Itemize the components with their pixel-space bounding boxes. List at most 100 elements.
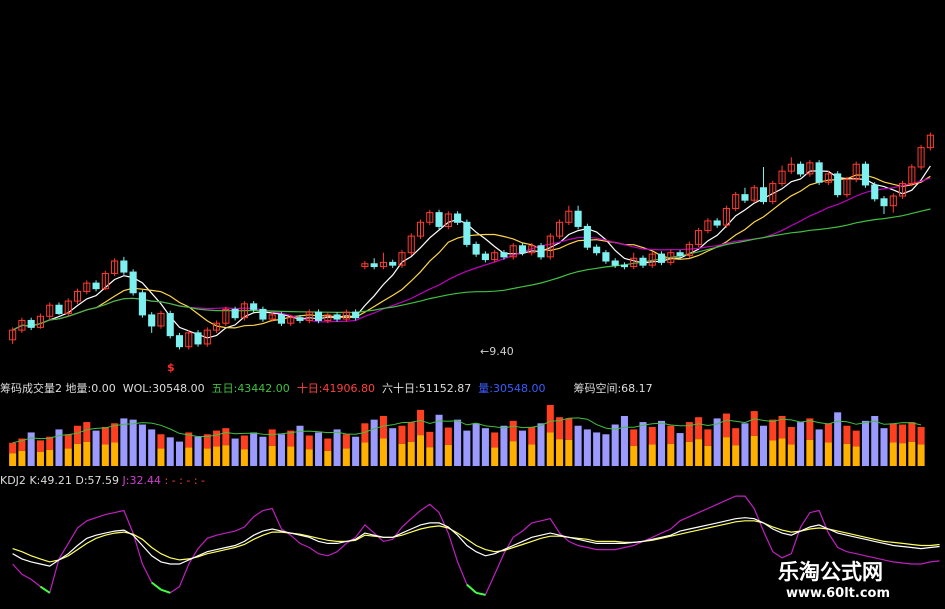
volume-bar-down	[759, 425, 768, 466]
candle-down	[231, 308, 239, 319]
volume-bar-up-bottom	[491, 447, 499, 466]
candle-down	[250, 303, 258, 310]
candle-down	[583, 225, 591, 248]
volume-bar-up-bottom	[203, 448, 211, 466]
volume-bar-down	[500, 425, 508, 466]
volume-bar-down	[463, 430, 471, 466]
volume-bar-down	[389, 428, 397, 466]
volume-bar-up-bottom	[843, 443, 851, 466]
volume-bar-up-top	[852, 430, 860, 447]
candle-down	[741, 194, 749, 201]
candle-down	[454, 213, 462, 223]
volume-bar-up-bottom	[667, 443, 675, 466]
volume-bar-up-bottom	[732, 445, 740, 466]
watermark-url: www.60lt.com	[786, 586, 891, 601]
candle-down	[676, 252, 684, 256]
volume-bar-up-bottom	[268, 445, 276, 466]
volume-bar-down	[602, 434, 610, 466]
volume-bar-down	[472, 423, 480, 466]
volume-bar-up-top	[732, 428, 740, 446]
watermark-title: 乐淘公式网	[778, 560, 883, 584]
volume-bar-up-bottom	[695, 439, 703, 466]
candle-down	[611, 260, 619, 266]
volume-bar-up-top	[444, 427, 452, 445]
volume-bar-up-bottom	[111, 442, 119, 466]
kdj-name: KDJ2	[0, 474, 26, 487]
dilang-label: 地量:	[65, 382, 92, 395]
candle-down	[861, 163, 870, 186]
volume-bar-up-top	[722, 413, 730, 438]
candle-down	[713, 220, 721, 226]
volume-bar-up-bottom	[889, 442, 897, 466]
dilang-value: 0.00	[91, 382, 116, 395]
low-price-marker: ←9.40	[480, 345, 514, 359]
volume-bar-up-top	[917, 426, 925, 445]
volume-bar-up-bottom	[917, 444, 925, 466]
wol-value: 30548.00	[152, 382, 205, 395]
volume-bar-down	[537, 423, 545, 466]
volume-bar-up-top	[648, 426, 656, 445]
volume-bar-up-bottom	[342, 448, 350, 466]
volume-bar-up-bottom	[648, 444, 656, 466]
volume-bar-down	[815, 429, 823, 466]
volume-bar-up-top	[416, 409, 425, 436]
volume-bar-up-top	[213, 430, 221, 447]
volume-bar-up-top	[667, 425, 675, 444]
candle-down	[871, 184, 879, 200]
volume-bar-down	[676, 433, 684, 466]
sixty-day-label: 六十日:	[382, 382, 419, 395]
volume-bar-up-bottom	[398, 443, 406, 466]
volume-bar-down	[713, 418, 721, 466]
volume-bar-up-top	[546, 405, 554, 433]
volume-bar-up-top	[426, 431, 434, 448]
volume-bar-down	[148, 429, 156, 466]
volume-bar-up-top	[9, 442, 17, 454]
j-value: 32.44	[129, 474, 162, 487]
volume-bar-up-top	[379, 415, 387, 439]
volume-bar-up-top	[36, 440, 44, 452]
candle-down	[166, 313, 174, 337]
wol-label: WOL:	[122, 382, 153, 395]
candle-down	[259, 308, 267, 320]
volume-bar-up-bottom	[407, 441, 415, 466]
volume-bar-up-bottom	[444, 444, 452, 466]
candle-down	[92, 282, 100, 290]
candle-down	[175, 335, 184, 348]
candle-down	[815, 162, 823, 183]
signal-mark: $	[167, 361, 175, 375]
candle-down	[657, 253, 666, 263]
volume-bar-down	[352, 436, 360, 466]
volume-bar-up-bottom	[361, 442, 369, 466]
volume-bar-down	[259, 436, 267, 466]
volume-bar-up-top	[240, 435, 248, 450]
candle-down	[194, 332, 202, 345]
volume-bar-up-top	[64, 434, 72, 449]
volume-bar-down	[834, 412, 842, 466]
volume-bar-up-bottom	[74, 443, 82, 466]
volume-bar-up-top	[750, 411, 758, 436]
candle-down	[352, 311, 360, 319]
candle-down	[602, 252, 610, 262]
volume-bar-up-top	[268, 429, 276, 446]
volume-bar-down	[166, 437, 174, 466]
volume-bar-down	[315, 432, 323, 466]
candle-down	[370, 263, 378, 268]
volume-bar-up-top	[305, 435, 313, 450]
volume-bar-up-bottom	[287, 446, 295, 466]
volume-bar-up-bottom	[9, 453, 17, 466]
volume-bar-up-bottom	[806, 439, 814, 466]
volume-bar-up-top	[342, 434, 350, 449]
volume-bar-down	[658, 420, 666, 466]
candle-down	[797, 163, 805, 175]
volume-bar-down	[138, 424, 146, 466]
volume-bar-up-bottom	[556, 439, 564, 466]
volume-bar-up-bottom	[213, 446, 221, 466]
five-day-label: 五日:	[211, 382, 238, 395]
volume-bar-up-top	[222, 428, 230, 446]
volume-bar-up-top	[528, 426, 536, 445]
volume-bar-down	[333, 429, 341, 466]
candle-down	[148, 314, 156, 327]
candle-down	[518, 245, 527, 254]
candle-down	[296, 317, 304, 321]
k-value: 49.21	[40, 474, 72, 487]
